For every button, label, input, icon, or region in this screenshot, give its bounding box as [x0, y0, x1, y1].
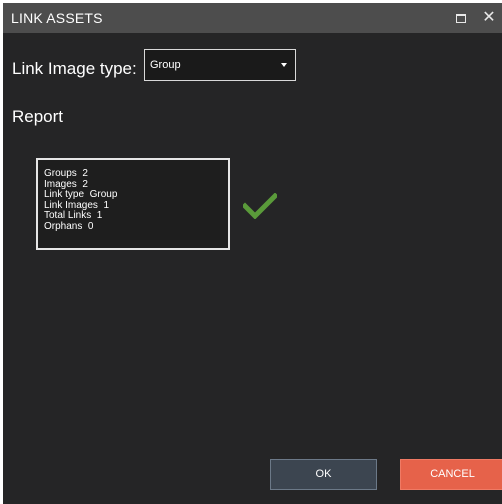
cancel-button[interactable]: CANCEL	[400, 459, 502, 490]
report-heading: Report	[12, 107, 64, 126]
chevron-down-icon	[281, 63, 287, 67]
link-image-type-select[interactable]: Group	[144, 49, 296, 81]
report-line-total-links: Total Links 1	[44, 210, 103, 221]
window-title: LINK ASSETS	[11, 10, 103, 26]
checkmark-icon	[243, 193, 277, 219]
report-summary-box: Groups 2 Images 2 Link type Group Link I…	[36, 158, 230, 250]
maximize-icon	[456, 14, 466, 24]
select-value: Group	[150, 59, 181, 71]
close-button[interactable]: ✕	[478, 7, 500, 29]
maximize-button[interactable]	[450, 7, 472, 29]
title-bar[interactable]: LINK ASSETS ✕	[3, 3, 502, 33]
report-line-orphans: Orphans 0	[44, 220, 94, 232]
link-assets-dialog: LINK ASSETS ✕ Link Image type: Group Rep…	[3, 3, 502, 504]
report-line-groups: Groups 2	[44, 168, 88, 179]
link-image-type-label: Link Image type:	[12, 59, 137, 78]
ok-button[interactable]: OK	[270, 459, 377, 490]
report-line-link-type: Link type Group	[44, 189, 118, 200]
close-icon: ✕	[482, 9, 496, 26]
